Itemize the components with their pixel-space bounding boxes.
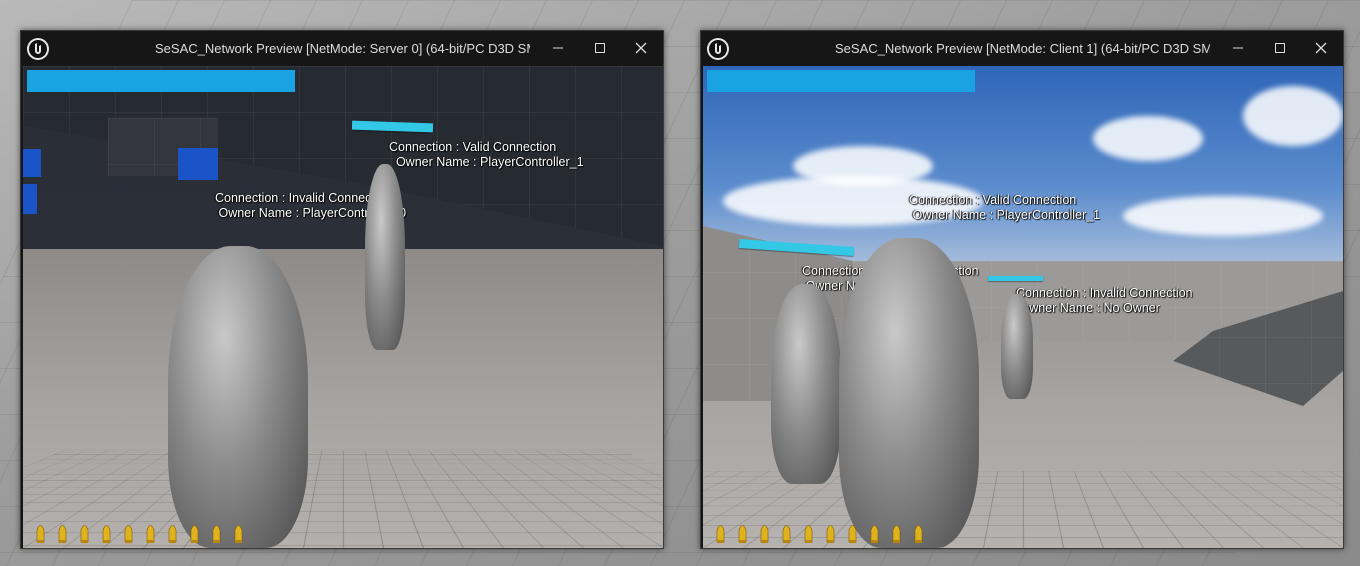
bullet-icon: [760, 525, 769, 543]
character-local: [168, 246, 308, 548]
unreal-engine-logo-icon: [27, 38, 49, 60]
player-health-bar: [707, 70, 975, 92]
connection-label: Connection : Invalid Connection Owner Na…: [1016, 286, 1193, 315]
bullet-icon: [914, 525, 923, 543]
bullet-icon: [892, 525, 901, 543]
connection-label: Connection : Valid Connection Owner Name…: [909, 193, 1101, 222]
client-titlebar[interactable]: SeSAC_Network Preview [NetMode: Client 1…: [701, 31, 1343, 66]
blue-cube: [23, 149, 41, 177]
minimize-icon: [1233, 47, 1243, 49]
bullet-icon: [124, 525, 133, 543]
bullet-icon: [102, 525, 111, 543]
bullet-icon: [234, 525, 243, 543]
client-game-viewport[interactable]: Connection : Valid Connection Owner Name…: [703, 66, 1343, 548]
cloud: [1243, 86, 1343, 146]
unreal-engine-logo-icon: [707, 38, 729, 60]
minimize-icon: [553, 47, 563, 49]
maximize-button[interactable]: [585, 37, 615, 59]
bullet-icon: [58, 525, 67, 543]
bullet-icon: [36, 525, 45, 543]
bullet-icon: [804, 525, 813, 543]
bullet-icon: [190, 525, 199, 543]
window-title: SeSAC_Network Preview [NetMode: Client 1…: [835, 41, 1210, 56]
close-button[interactable]: [626, 37, 656, 59]
character-local: [839, 238, 979, 548]
maximize-icon: [1275, 43, 1285, 53]
ammo-counter: [715, 522, 924, 544]
bullet-icon: [782, 525, 791, 543]
blue-cube: [178, 148, 218, 180]
bullet-icon: [848, 525, 857, 543]
maximize-icon: [595, 43, 605, 53]
bullet-icon: [168, 525, 177, 543]
cloud: [1093, 116, 1203, 161]
window-title: SeSAC_Network Preview [NetMode: Server 0…: [155, 41, 530, 56]
connection-label: Connection : Valid Connection Owner Name…: [389, 140, 584, 169]
maximize-button[interactable]: [1265, 37, 1295, 59]
ammo-counter: [35, 522, 244, 544]
bullet-icon: [80, 525, 89, 543]
bullet-icon: [212, 525, 221, 543]
close-icon: [1315, 42, 1327, 54]
cloud: [1123, 196, 1323, 236]
player-health-bar: [27, 70, 295, 92]
bullet-icon: [146, 525, 155, 543]
minimize-button[interactable]: [1223, 37, 1253, 59]
close-icon: [635, 42, 647, 54]
server-preview-window[interactable]: SeSAC_Network Preview [NetMode: Server 0…: [20, 30, 664, 549]
server-game-viewport[interactable]: Connection : Valid Connection Owner Name…: [23, 66, 663, 548]
character-remote: [1001, 294, 1033, 399]
bullet-icon: [870, 525, 879, 543]
bullet-icon: [716, 525, 725, 543]
character-remote: [365, 164, 405, 350]
bullet-icon: [738, 525, 747, 543]
overhead-health-bar: [988, 276, 1043, 281]
character-remote: [771, 284, 841, 484]
close-button[interactable]: [1306, 37, 1336, 59]
bullet-icon: [826, 525, 835, 543]
server-titlebar[interactable]: SeSAC_Network Preview [NetMode: Server 0…: [21, 31, 663, 66]
minimize-button[interactable]: [543, 37, 573, 59]
blue-cube: [23, 184, 37, 214]
client-preview-window[interactable]: SeSAC_Network Preview [NetMode: Client 1…: [700, 30, 1344, 549]
